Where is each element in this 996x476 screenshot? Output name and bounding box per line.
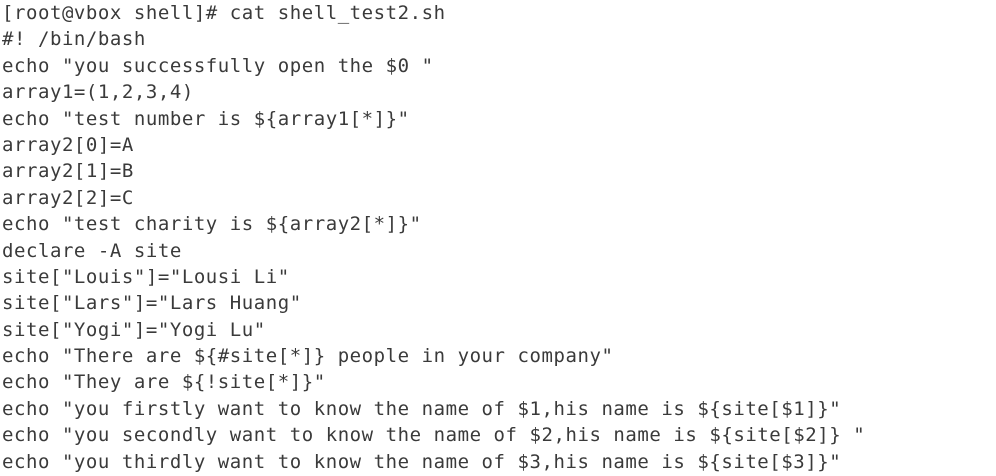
script-line: array1=(1,2,3,4) [2,81,194,104]
script-line: site["Lars"]="Lars Huang" [2,292,302,315]
script-line: echo "you secondly want to know the name… [2,424,866,447]
script-line: site["Louis"]="Lousi Li" [2,265,290,288]
shell-prompt-command: [root@vbox shell]# cat shell_test2.sh [2,2,446,24]
script-line: echo "They are ${!site[*]}" [2,371,326,394]
script-line: array2[0]=A [2,133,134,156]
script-line: array2[2]=C [2,186,134,209]
script-line: echo "you firstly want to know the name … [2,397,842,420]
script-line: echo "test number is ${array1[*]}" [2,107,410,130]
script-line: array2[1]=B [2,160,134,183]
script-line: declare -A site [2,239,182,262]
script-line: echo "There are ${#site[*]} people in yo… [2,345,614,368]
terminal-output[interactable]: [root@vbox shell]# cat shell_test2.sh #!… [0,0,996,476]
script-line: echo "test charity is ${array2[*]}" [2,213,422,236]
script-line: echo "you thirdly want to know the name … [2,450,842,473]
script-line: #! /bin/bash [2,28,146,51]
script-line: echo "you successfully open the $0 " [2,54,434,77]
script-line: site["Yogi"]="Yogi Lu" [2,318,266,341]
